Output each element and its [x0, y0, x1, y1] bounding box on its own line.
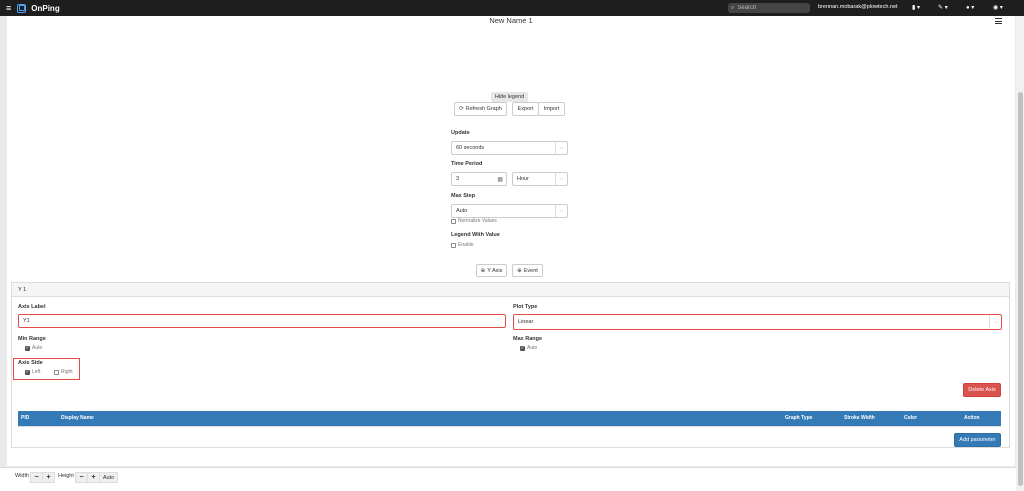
page-title: New Name 1 [489, 16, 533, 25]
axis-side-left-checkbox[interactable]: ✓ Left [25, 369, 40, 375]
user-email[interactable]: brennan.mobarak@plowtech.net [818, 4, 898, 10]
max-step-label: Max Step [451, 193, 476, 199]
refresh-graph-button[interactable]: ⟳ Refresh Graph [454, 102, 507, 116]
chevron-down-icon: ⌵ [555, 142, 567, 154]
search-input[interactable] [737, 5, 808, 11]
col-action[interactable]: Action [964, 415, 980, 421]
bookmark-menu[interactable]: ▮ ▾ [912, 4, 920, 11]
axis-label-label: Axis Label [18, 304, 46, 310]
onping-logo-icon [17, 3, 27, 13]
min-range-auto-checkbox[interactable]: ✓ Auto [25, 345, 42, 351]
user-icon: ● [966, 5, 970, 11]
add-y-axis-button[interactable]: ⊕ Y Axis [476, 264, 507, 277]
chevron-down-icon: ⌵ [555, 173, 567, 185]
add-parameter-button[interactable]: Add parameter [954, 433, 1001, 447]
col-graph-type[interactable]: Graph Type [785, 415, 812, 421]
top-navbar: ≡ OnPing ⌕ brennan.mobarak@plowtech.net … [0, 0, 1024, 16]
checkbox-unchecked-icon [54, 369, 59, 375]
time-period-input[interactable]: 3 ▦ [451, 172, 507, 186]
calendar-icon: ▦ [497, 176, 503, 183]
graph-editor-card: New Name 1 Hide legend ⟳ Refresh Graph Ex… [7, 16, 1015, 466]
axis-side-right-checkbox[interactable]: Right [54, 369, 73, 375]
update-label: Update [451, 130, 470, 136]
width-increase-button[interactable]: + [42, 472, 55, 483]
brand-name[interactable]: OnPing [31, 4, 59, 13]
help-icon: ◉ [993, 5, 999, 11]
checkbox-unchecked-icon [451, 242, 456, 248]
wrench-icon: ✎ [938, 5, 944, 11]
export-button[interactable]: Export [512, 102, 539, 116]
hide-legend-button[interactable]: Hide legend [491, 92, 528, 102]
y-axis-panel-heading[interactable]: Y 1 [12, 283, 1009, 297]
height-label: Height [58, 473, 74, 479]
add-event-button[interactable]: ⊕ Event [512, 264, 543, 277]
chevron-down-icon: ⌵ [989, 315, 1001, 329]
table-row [18, 426, 1001, 427]
col-stroke-width[interactable]: Stroke Width [844, 415, 875, 421]
max-range-auto-checkbox[interactable]: ✓ Auto [520, 345, 537, 351]
size-controls-bar: Width − + Height − + Auto [0, 467, 1016, 491]
col-pid[interactable]: PID [21, 415, 29, 421]
chevron-down-icon: ⌵ [555, 205, 567, 217]
min-range-label: Min Range [18, 336, 46, 342]
bookmark-icon: ▮ [912, 5, 916, 11]
search-box[interactable]: ⌕ [728, 3, 810, 13]
update-select[interactable]: 60 seconds ⌵ [451, 141, 568, 155]
parameters-table-header: PID Display Name Graph Type Stroke Width… [18, 411, 1001, 426]
import-button[interactable]: Import [538, 102, 565, 116]
search-icon: ⌕ [731, 4, 735, 11]
help-menu[interactable]: ◉ ▾ [993, 4, 1003, 11]
hamburger-menu-icon[interactable]: ≡ [6, 3, 11, 13]
max-range-label: Max Range [513, 336, 543, 342]
plot-type-label: Plot Type [513, 304, 538, 310]
account-menu[interactable]: ● ▾ [966, 4, 974, 11]
checkbox-unchecked-icon [451, 218, 456, 224]
page-scrollbar-thumb[interactable] [1018, 92, 1023, 486]
checkbox-checked-icon: ✓ [25, 345, 30, 351]
legend-enable-checkbox[interactable]: Enable [451, 242, 474, 248]
tools-menu[interactable]: ✎ ▾ [938, 4, 948, 11]
refresh-icon: ⟳ [459, 106, 464, 112]
axis-side-label: Axis Side [18, 360, 43, 366]
normalize-values-checkbox[interactable]: Normalize Values [451, 218, 497, 224]
axis-label-input[interactable]: Y1 [18, 314, 506, 328]
plus-circle-icon: ⊕ [480, 267, 486, 274]
options-menu-icon[interactable] [995, 18, 1002, 26]
time-period-label: Time Period [451, 161, 483, 167]
max-step-select[interactable]: Auto ⌵ [451, 204, 568, 218]
auto-size-button[interactable]: Auto [99, 472, 118, 483]
time-period-unit-select[interactable]: Hour ⌵ [512, 172, 568, 186]
checkbox-checked-icon: ✓ [25, 369, 30, 375]
col-display-name[interactable]: Display Name [61, 415, 94, 421]
plot-type-select[interactable]: Linear ⌵ [513, 314, 1002, 330]
delete-axis-button[interactable]: Delete Axis [963, 383, 1001, 397]
col-color[interactable]: Color [904, 415, 917, 421]
checkbox-checked-icon: ✓ [520, 345, 525, 351]
plus-circle-icon: ⊕ [517, 267, 522, 274]
legend-with-value-label: Legend With Value [451, 232, 500, 238]
width-label: Width [15, 473, 30, 479]
